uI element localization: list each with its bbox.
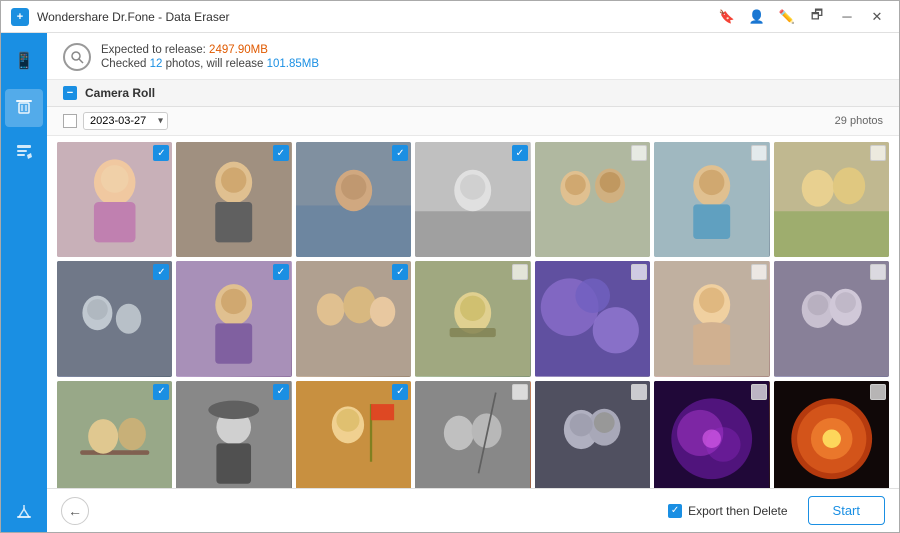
checked-info: Checked 12 photos, will release 101.85MB [101,58,319,70]
photo-item[interactable]: ✓ [415,142,530,257]
photo-uncheck-icon [631,264,647,280]
account-btn[interactable]: 👤 [745,5,769,29]
start-button[interactable]: Start [808,496,885,525]
bookmark-btn[interactable]: 🔖 [715,5,739,29]
sidebar-item-erase[interactable] [5,89,43,127]
sidebar-item-clean[interactable] [5,494,43,532]
photo-item[interactable]: ✓ [176,261,291,376]
photo-item[interactable] [774,381,889,488]
photo-item[interactable] [654,142,769,257]
section-title: Camera Roll [85,86,155,100]
collapse-icon[interactable]: − [63,86,77,100]
photo-item[interactable]: ✓ [57,381,172,488]
photo-uncheck-icon [751,384,767,400]
sidebar-item-edit[interactable] [5,135,43,173]
photo-check-icon: ✓ [153,264,169,280]
photo-check-icon: ✓ [392,384,408,400]
photo-item[interactable]: ✓ [176,381,291,488]
photo-check-icon: ✓ [153,145,169,161]
photo-check-icon: ✓ [273,264,289,280]
bottom-bar: ← ✓ Export then Delete Start [47,488,899,532]
photo-count: 29 photos [835,115,883,127]
photo-uncheck-icon [631,145,647,161]
title-bar: + Wondershare Dr.Fone - Data Eraser 🔖 👤 … [1,1,899,33]
photo-check-icon: ✓ [512,145,528,161]
app-title: Wondershare Dr.Fone - Data Eraser [37,10,715,24]
scan-icon [63,43,91,71]
photo-item[interactable]: ✓ [296,381,411,488]
info-text: Expected to release: 2497.90MB Checked 1… [101,44,319,70]
photo-item[interactable]: ✓ [176,142,291,257]
photo-item[interactable] [535,142,650,257]
phone-icon: 📱 [14,54,34,70]
photo-check-icon: ✓ [273,384,289,400]
erase-icon [14,96,34,120]
release-info: Expected to release: 2497.90MB [101,44,319,56]
photo-item[interactable]: ✓ [296,261,411,376]
photo-item[interactable]: ✓ [57,261,172,376]
content-area: Expected to release: 2497.90MB Checked 1… [47,33,899,532]
will-release-size: 101.85MB [267,58,319,70]
photo-item[interactable]: ✓ [296,142,411,257]
photo-item[interactable] [654,261,769,376]
photo-uncheck-icon [512,264,528,280]
photos-area[interactable]: ✓ ✓ ✓ ✓ ✓ ✓ ✓ ✓ ✓ ✓ [47,136,899,488]
photo-uncheck-icon [870,145,886,161]
section-header: − Camera Roll [47,80,899,107]
release-size: 2497.90MB [209,44,268,56]
photo-item[interactable] [415,381,530,488]
clean-icon [14,501,34,525]
photo-item[interactable] [774,142,889,257]
sidebar-item-phone[interactable]: 📱 [5,43,43,81]
photo-uncheck-icon [751,145,767,161]
app-icon: + [11,8,29,26]
info-bar: Expected to release: 2497.90MB Checked 1… [47,33,899,80]
checked-count: 12 [150,58,163,70]
edit-btn[interactable]: ✏️ [775,5,799,29]
export-label: Export then Delete [688,504,787,518]
photo-item[interactable] [774,261,889,376]
export-checkbox-row: ✓ Export then Delete [668,504,787,518]
main-layout: 📱 [1,33,899,532]
date-dropdown[interactable]: 2023-03-27 [83,112,168,130]
photo-check-icon: ✓ [153,384,169,400]
back-button[interactable]: ← [61,497,89,525]
date-filter-left: 2023-03-27 [63,112,168,130]
photo-item[interactable] [415,261,530,376]
photo-check-icon: ✓ [392,264,408,280]
photo-item[interactable]: ✓ [57,142,172,257]
date-checkbox[interactable] [63,114,77,128]
window-controls: 🔖 👤 ✏️ 🗗 ─ ✕ [715,5,889,29]
photo-check-icon: ✓ [273,145,289,161]
edit-icon [14,142,34,166]
photo-uncheck-icon [512,384,528,400]
date-select[interactable]: 2023-03-27 [83,112,168,130]
photo-item[interactable] [535,261,650,376]
minimize-btn[interactable]: ─ [835,5,859,29]
photo-uncheck-icon [870,264,886,280]
photo-item[interactable] [654,381,769,488]
photos-grid: ✓ ✓ ✓ ✓ ✓ ✓ ✓ ✓ ✓ ✓ [57,142,889,488]
sidebar: 📱 [1,33,47,532]
export-checkbox[interactable]: ✓ [668,504,682,518]
photo-uncheck-icon [631,384,647,400]
photo-uncheck-icon [870,384,886,400]
close-btn[interactable]: ✕ [865,5,889,29]
photo-uncheck-icon [751,264,767,280]
photo-check-icon: ✓ [392,145,408,161]
restore-btn[interactable]: 🗗 [805,5,829,29]
date-filter-row: 2023-03-27 29 photos [47,107,899,136]
photo-item[interactable] [535,381,650,488]
